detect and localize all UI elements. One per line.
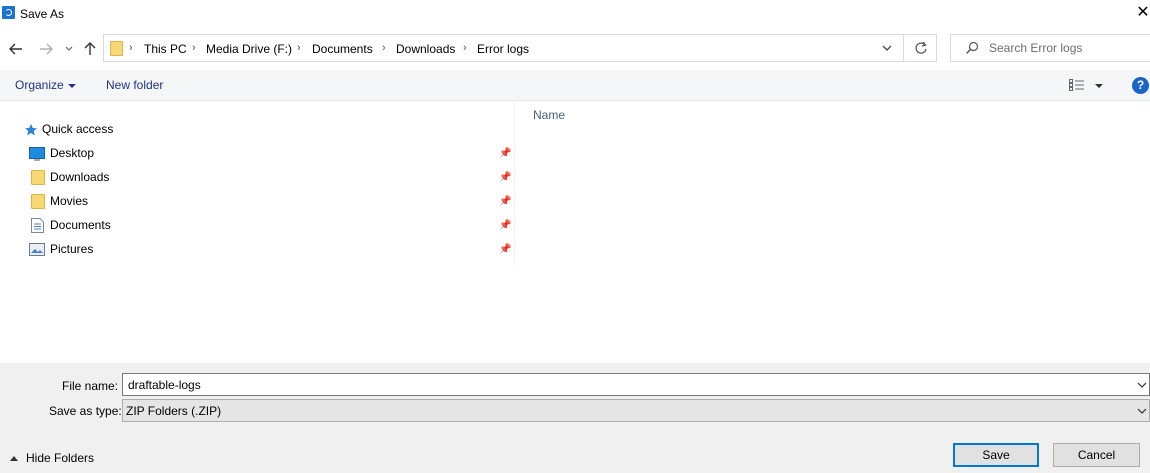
back-button[interactable] — [6, 38, 26, 60]
refresh-icon — [914, 41, 927, 54]
forward-arrow-icon — [40, 43, 53, 55]
refresh-button[interactable] — [905, 34, 937, 62]
command-toolbar: Organize New folder ? — [0, 70, 1150, 101]
save-button[interactable]: Save — [953, 443, 1039, 467]
pin-icon: 📌 — [499, 220, 512, 231]
pin-icon: 📌 — [499, 148, 512, 159]
hide-folders-label: Hide Folders — [26, 451, 95, 465]
breadcrumb-error-logs[interactable]: Error logs — [477, 42, 529, 56]
search-input[interactable] — [989, 36, 1147, 60]
breadcrumb-separator: › — [129, 42, 133, 54]
save-as-type-label: Save as type: — [49, 404, 122, 418]
search-icon — [966, 41, 979, 54]
new-folder-button[interactable]: New folder — [106, 78, 163, 92]
recent-locations-button[interactable] — [62, 38, 76, 60]
sidebar-item-quick-access[interactable]: Quick access — [0, 118, 514, 142]
back-arrow-icon — [9, 43, 22, 55]
star-icon — [25, 124, 37, 136]
pin-icon: 📌 — [499, 172, 512, 183]
desktop-icon — [29, 147, 45, 161]
sidebar-item-pictures[interactable]: Pictures 📌 — [0, 238, 514, 262]
save-as-type-select[interactable]: ZIP Folders (.ZIP) — [122, 399, 1150, 422]
pin-icon: 📌 — [499, 196, 512, 207]
caret-up-icon — [10, 456, 18, 461]
chevron-down-icon — [882, 45, 892, 51]
save-options-panel: File name: Save as type: ZIP Folders (.Z… — [0, 363, 1150, 473]
help-icon[interactable]: ? — [1132, 77, 1149, 94]
sidebar-item-label: Movies — [50, 194, 89, 208]
sidebar-item-desktop[interactable]: Desktop 📌 — [0, 142, 514, 166]
title-bar: Save As ✕ — [0, 0, 1150, 30]
sidebar-item-label: Pictures — [50, 242, 94, 256]
breadcrumb-this-pc[interactable]: This PC — [144, 42, 187, 56]
address-bar[interactable]: › This PC › Media Drive (F:) › Documents… — [103, 34, 904, 62]
column-header-name[interactable]: Name — [533, 108, 565, 122]
address-dropdown-button[interactable] — [881, 41, 895, 55]
view-dropdown-caret-icon[interactable] — [1095, 84, 1103, 88]
folder-icon — [31, 194, 45, 209]
hide-folders-button[interactable]: Hide Folders — [0, 448, 110, 468]
breadcrumb-separator: › — [192, 42, 196, 54]
sidebar-item-downloads[interactable]: Downloads 📌 — [0, 166, 514, 190]
pin-icon: 📌 — [499, 244, 512, 255]
sidebar-item-label: Desktop — [50, 146, 95, 160]
folder-icon — [31, 170, 45, 185]
documents-icon — [31, 218, 44, 233]
sidebar-item-label: Quick access — [42, 122, 114, 136]
breadcrumb-separator: › — [382, 42, 386, 54]
cancel-button[interactable]: Cancel — [1053, 443, 1140, 467]
organize-button[interactable]: Organize — [15, 78, 64, 92]
chevron-down-icon[interactable] — [1137, 379, 1147, 391]
up-button[interactable] — [80, 38, 100, 60]
caret-down-icon — [68, 84, 76, 88]
pane-divider[interactable] — [514, 101, 515, 266]
file-name-label: File name: — [62, 379, 119, 393]
close-button[interactable]: ✕ — [1136, 4, 1150, 22]
folder-icon — [110, 41, 123, 56]
navigation-pane: Quick access Desktop 📌 Downloads 📌 Movie… — [0, 101, 514, 363]
up-arrow-icon — [84, 42, 96, 55]
app-icon — [2, 6, 15, 19]
sidebar-item-documents[interactable]: Documents 📌 — [0, 214, 514, 238]
pictures-icon — [29, 243, 45, 256]
forward-button[interactable] — [36, 38, 56, 60]
search-box[interactable] — [950, 34, 1150, 62]
breadcrumb-separator: › — [463, 42, 467, 54]
breadcrumb-documents[interactable]: Documents — [312, 42, 373, 56]
file-name-input[interactable] — [128, 375, 1118, 394]
breadcrumb-media-drive[interactable]: Media Drive (F:) — [206, 42, 292, 56]
file-name-combobox[interactable] — [122, 373, 1150, 396]
breadcrumb-downloads[interactable]: Downloads — [396, 42, 455, 56]
view-options-icon[interactable] — [1069, 79, 1085, 91]
breadcrumb-separator: › — [297, 42, 301, 54]
sidebar-item-movies[interactable]: Movies 📌 — [0, 190, 514, 214]
sidebar-item-label: Downloads — [50, 170, 110, 184]
chevron-down-icon — [65, 46, 73, 51]
chevron-down-icon — [1137, 408, 1147, 414]
sidebar-item-label: Documents — [50, 218, 111, 232]
save-as-type-value: ZIP Folders (.ZIP) — [126, 404, 222, 418]
window-title: Save As — [20, 7, 65, 21]
